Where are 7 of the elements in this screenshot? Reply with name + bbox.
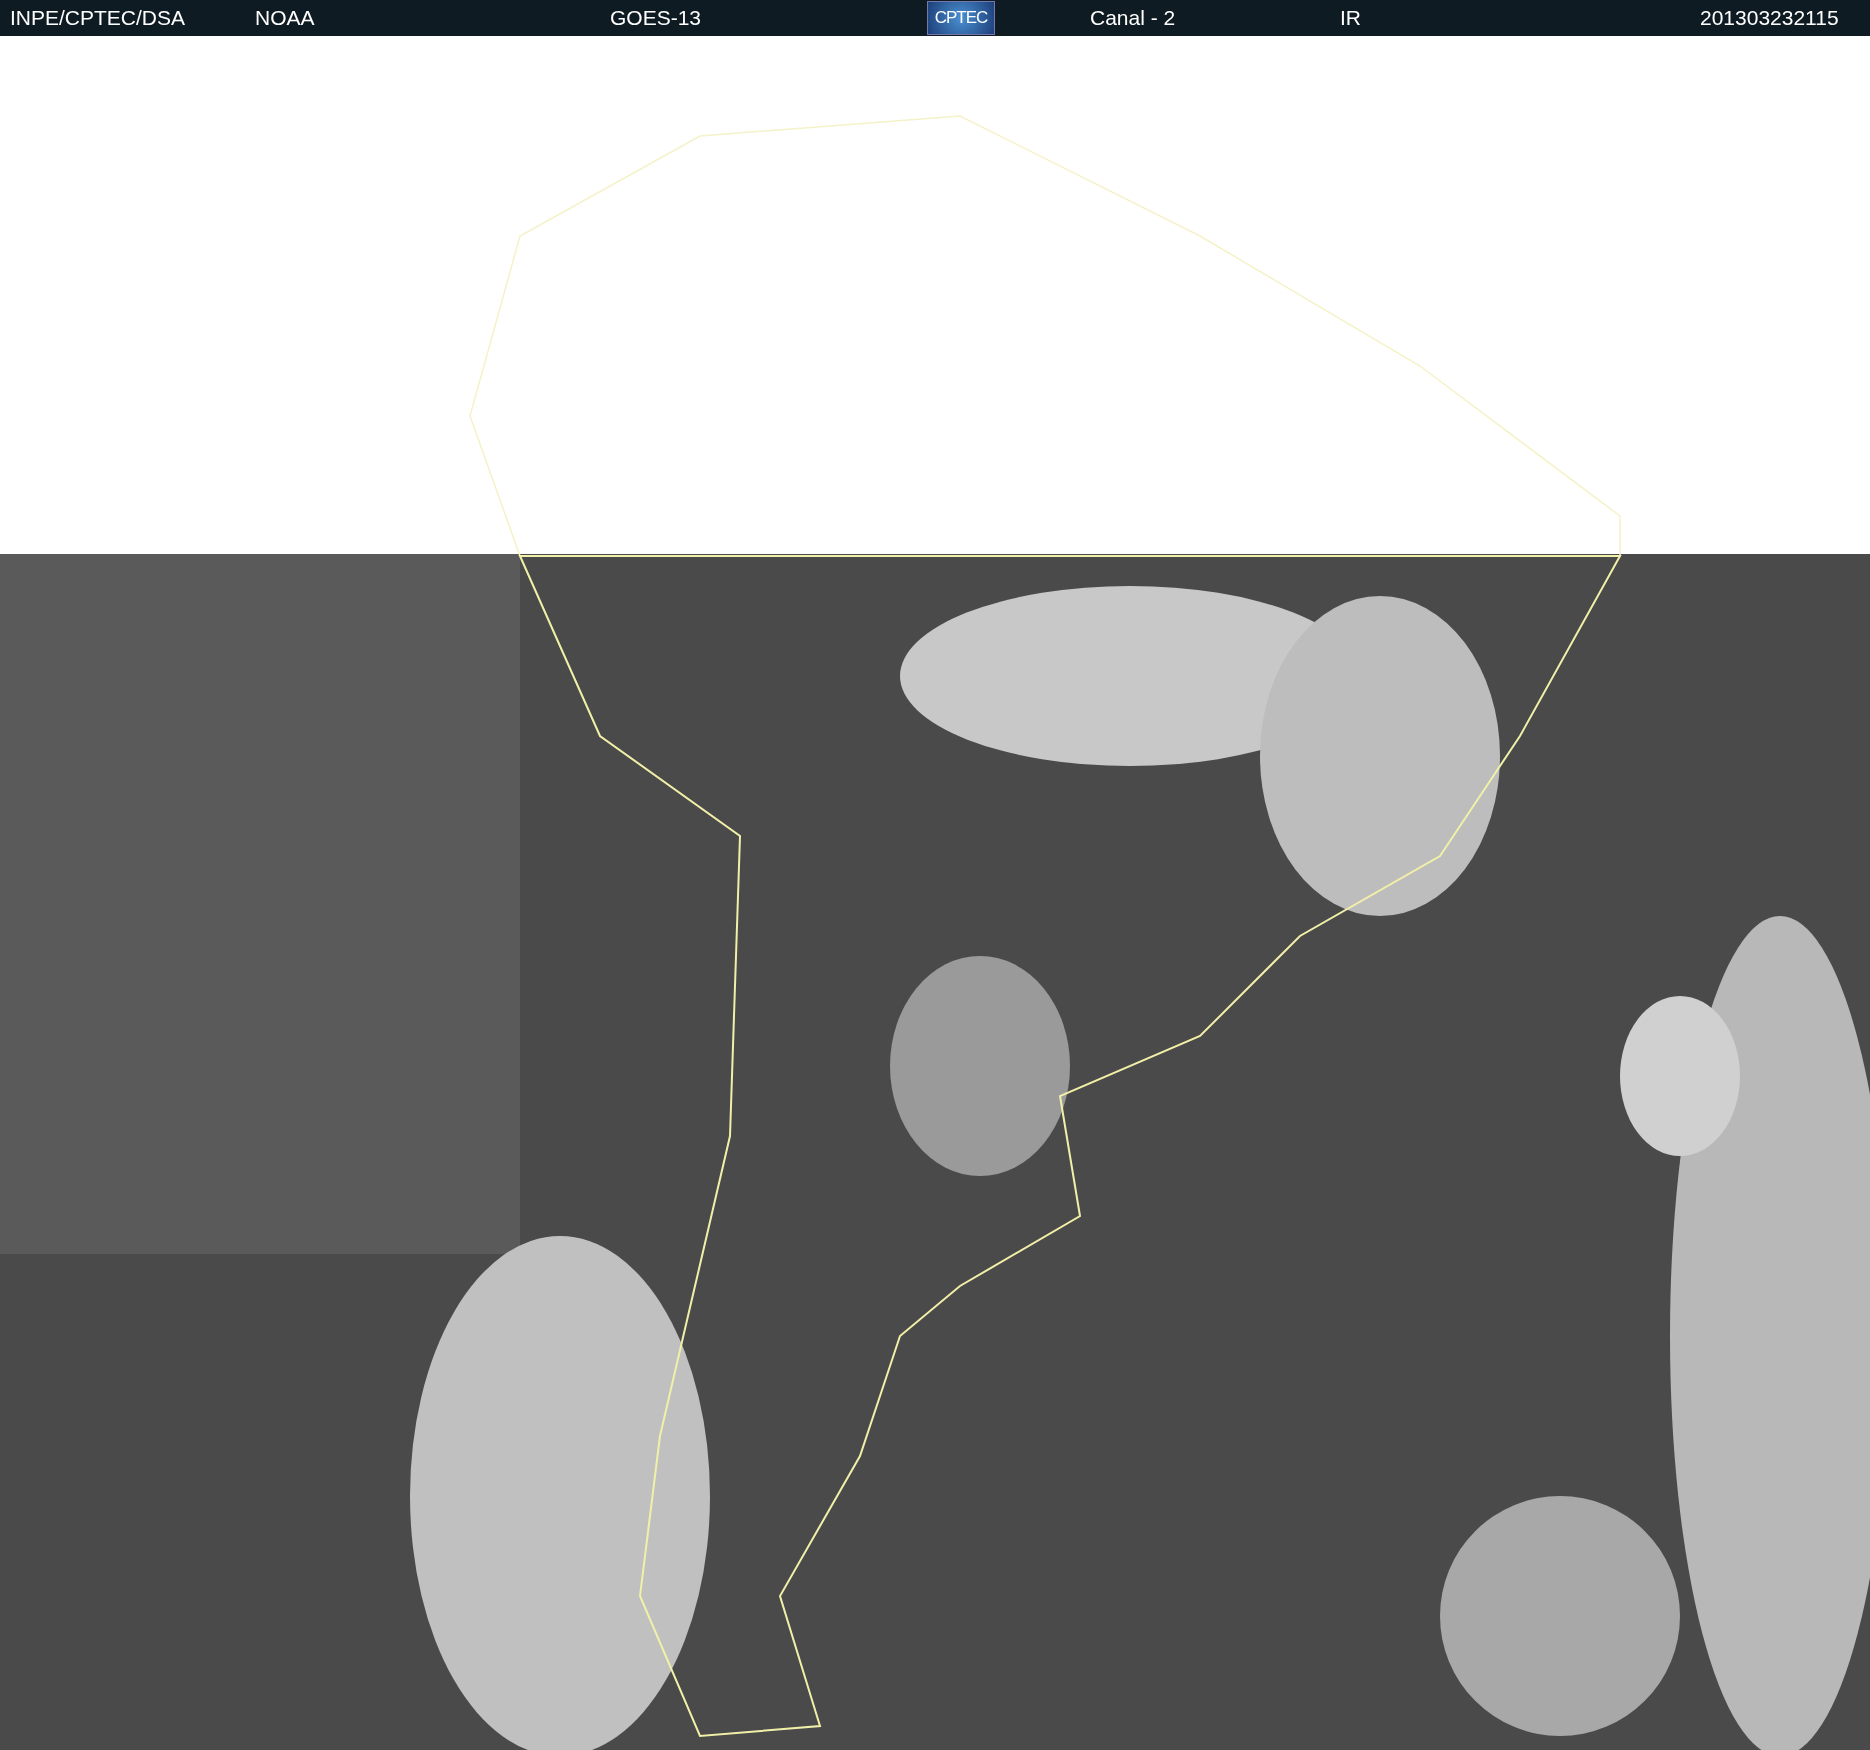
band-label: IR (1340, 6, 1361, 30)
channel-label: Canal - 2 (1090, 6, 1176, 30)
satellite-label: GOES-13 (610, 6, 702, 30)
timestamp: 201303232115 (1700, 6, 1839, 30)
source-label: INPE/CPTEC/DSA (10, 6, 186, 30)
logo: CPTEC (927, 1, 995, 35)
agency-label: NOAA (255, 6, 315, 30)
